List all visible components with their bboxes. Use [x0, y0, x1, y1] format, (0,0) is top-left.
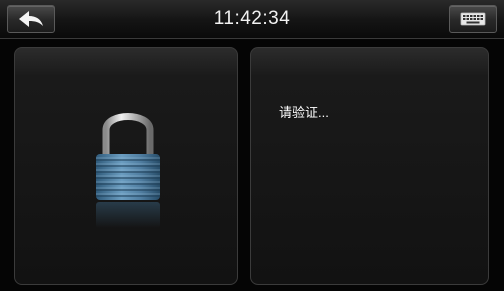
- keyboard-button[interactable]: [449, 5, 497, 33]
- verification-screen: 11:42:34 请验证...: [0, 0, 504, 291]
- padlock-icon: [96, 113, 160, 228]
- message-panel: 请验证...: [250, 47, 489, 285]
- top-bar: 11:42:34: [0, 0, 504, 39]
- clock-display: 11:42:34: [213, 8, 291, 29]
- verification-prompt: 请验证...: [279, 105, 329, 120]
- keyboard-icon: [460, 12, 486, 26]
- lock-panel: [14, 47, 238, 285]
